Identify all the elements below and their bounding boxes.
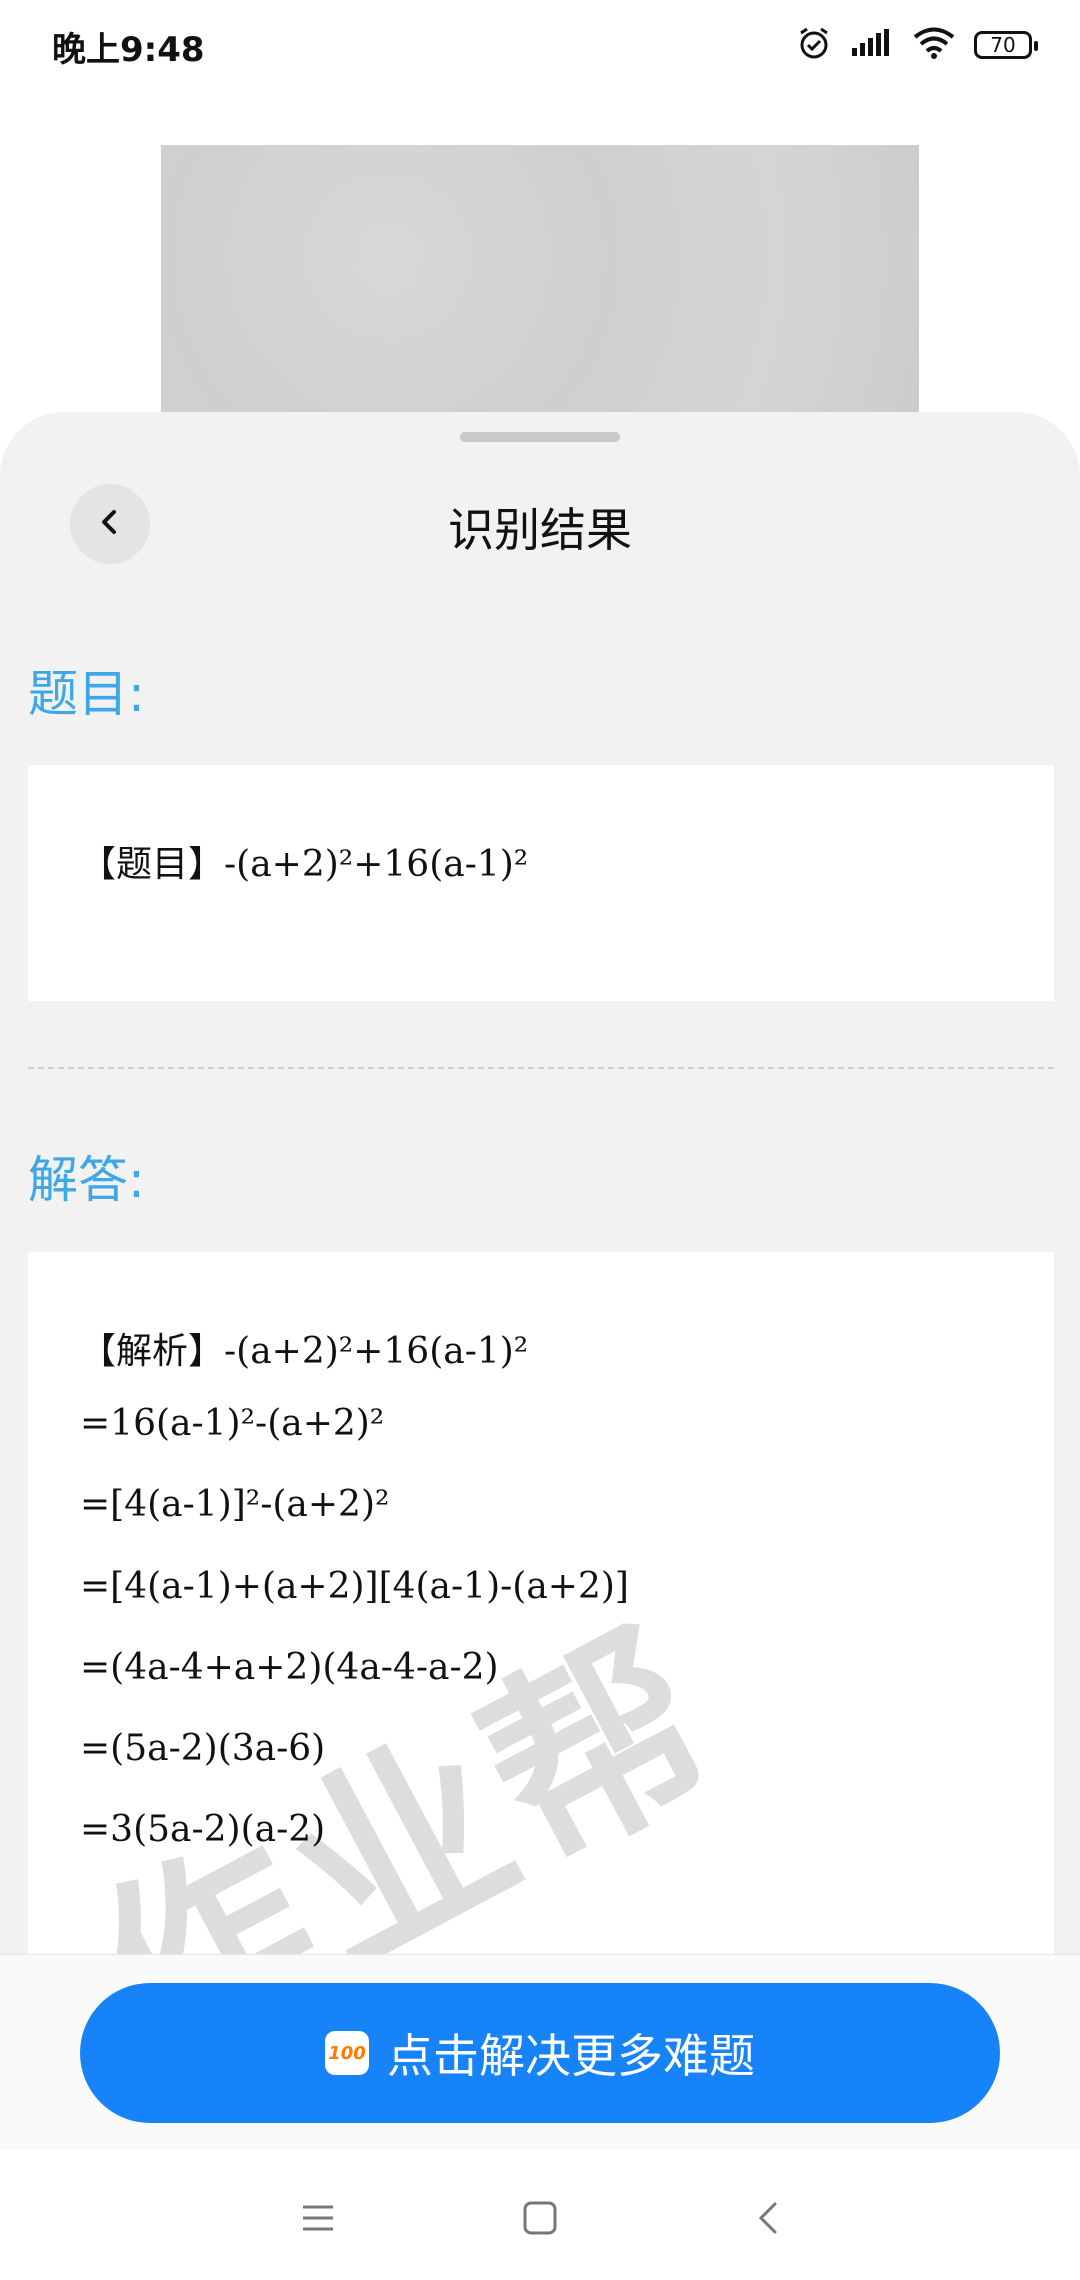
section-divider bbox=[28, 1067, 1054, 1069]
battery-icon: 70 bbox=[974, 31, 1038, 59]
solve-more-button[interactable]: 100 点击解决更多难题 bbox=[80, 1983, 1000, 2123]
solve-more-label: 点击解决更多难题 bbox=[387, 2029, 755, 2083]
question-text: 【题目】-(a+2)²+16(a-1)² bbox=[80, 844, 529, 885]
page-title: 识别结果 bbox=[448, 503, 632, 557]
question-card: 【题目】-(a+2)²+16(a-1)² bbox=[28, 765, 1054, 1001]
home-square-icon[interactable] bbox=[510, 2188, 570, 2248]
status-bar: 晚上9:48 70 bbox=[0, 0, 1080, 90]
drag-handle[interactable] bbox=[460, 432, 620, 442]
answer-line: =(5a-2)(3a-6) bbox=[80, 1728, 326, 1769]
app-logo-icon: 100 bbox=[325, 2031, 369, 2075]
back-icon[interactable] bbox=[738, 2188, 798, 2248]
signal-icon bbox=[850, 28, 894, 62]
answer-line: =[4(a-1)+(a+2)][4(a-1)-(a+2)] bbox=[80, 1566, 629, 1607]
status-time: 晚上9:48 bbox=[52, 30, 205, 70]
navigation-bar bbox=[0, 2150, 1080, 2280]
wifi-icon bbox=[912, 26, 956, 64]
answer-line: =(4a-4+a+2)(4a-4-a-2) bbox=[80, 1647, 499, 1688]
answer-line: =16(a-1)²-(a+2)² bbox=[80, 1403, 385, 1444]
result-sheet: 识别结果 题目: 【题目】-(a+2)²+16(a-1)² 解答: 作业帮 【解… bbox=[0, 412, 1080, 1954]
question-label: 题目: bbox=[28, 665, 145, 723]
captured-image-preview[interactable] bbox=[161, 145, 919, 425]
action-bar: 100 点击解决更多难题 bbox=[0, 1954, 1080, 2151]
alarm-icon bbox=[796, 25, 832, 65]
status-icons: 70 bbox=[796, 20, 1038, 70]
answer-line: 【解析】-(a+2)²+16(a-1)² bbox=[80, 1331, 529, 1372]
answer-line: =3(5a-2)(a-2) bbox=[80, 1809, 326, 1850]
answer-line: =[4(a-1)]²-(a+2)² bbox=[80, 1484, 390, 1525]
answer-card: 作业帮 【解析】-(a+2)²+16(a-1)² =16(a-1)²-(a+2)… bbox=[28, 1252, 1054, 1954]
menu-icon[interactable] bbox=[288, 2188, 348, 2248]
answer-label: 解答: bbox=[28, 1151, 145, 1209]
battery-level: 70 bbox=[990, 33, 1016, 57]
